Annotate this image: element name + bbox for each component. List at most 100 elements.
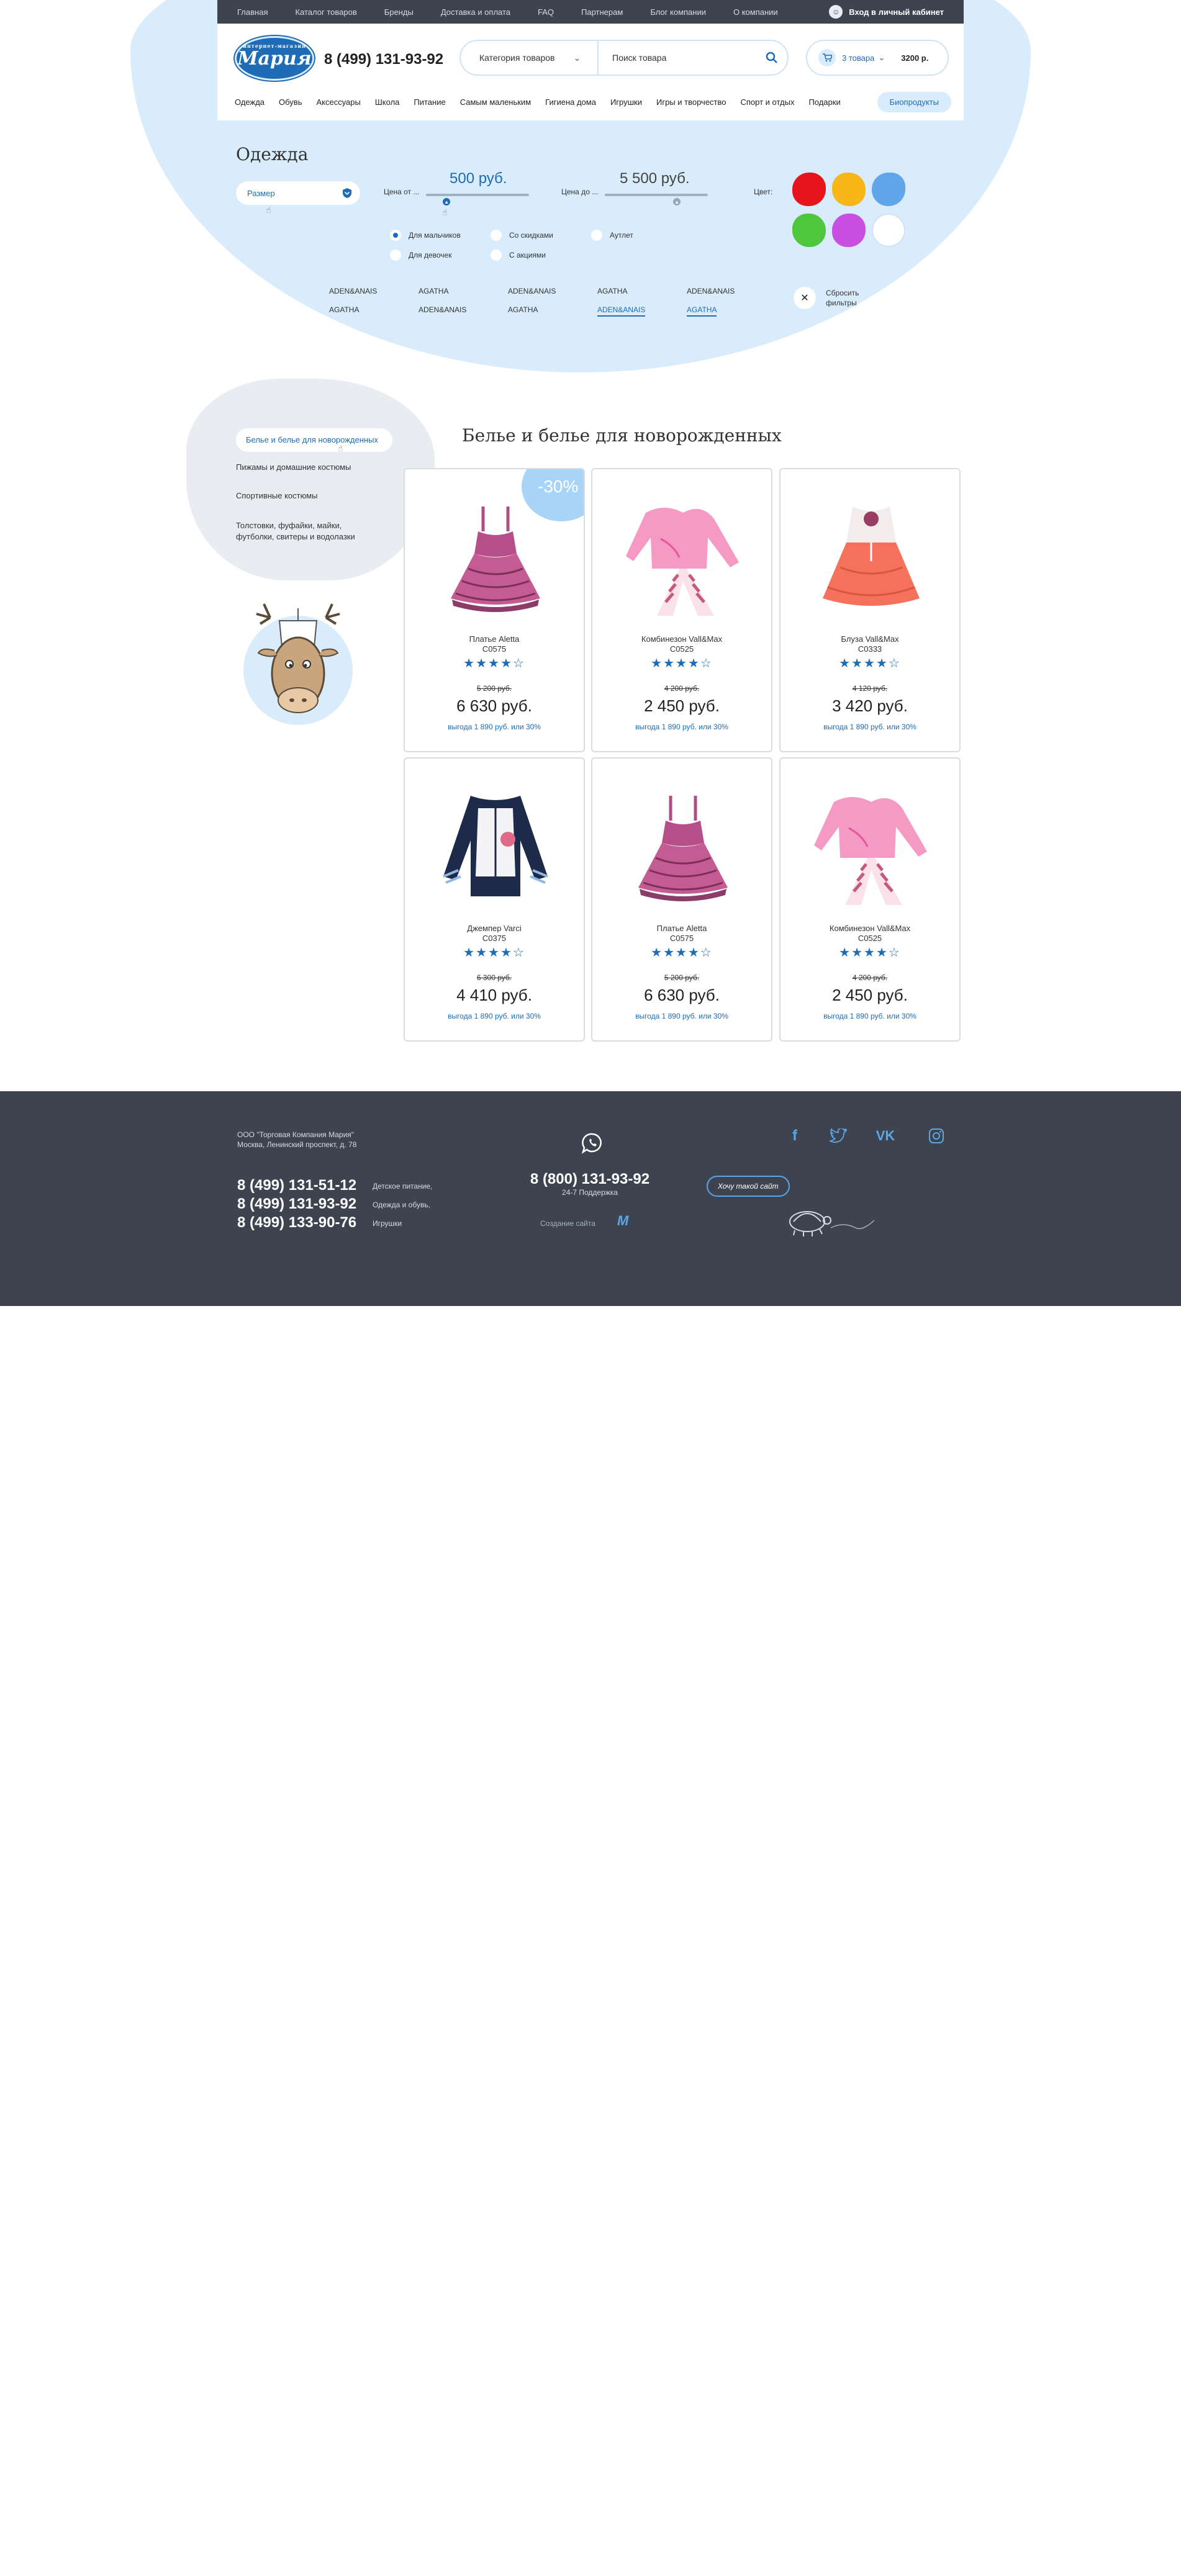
footer-phone-food-label: Детское питание, <box>373 1182 433 1191</box>
savings-label: выгода 1 890 руб. или 30% <box>635 723 728 731</box>
old-price: 5 200 руб. <box>476 684 512 693</box>
category-select[interactable]: Категория товаров ⌄ <box>461 41 599 74</box>
nav-item-food[interactable]: Питание <box>414 97 445 107</box>
site-logo[interactable]: интернет-магазин Мария <box>235 36 314 81</box>
top-link-brands[interactable]: Бренды <box>384 7 414 17</box>
product-image[interactable] <box>433 783 558 907</box>
old-price: 6 300 руб. <box>476 973 512 982</box>
product-name[interactable]: Платье Aletta <box>592 924 771 933</box>
vk-icon[interactable]: VK <box>873 1124 898 1148</box>
nav-item-school[interactable]: Школа <box>375 97 400 107</box>
radio-label: Для девочек <box>409 251 452 259</box>
top-link-about[interactable]: О компании <box>733 7 778 17</box>
pointer-hand-icon: ☝ <box>442 207 448 217</box>
brand-link[interactable]: ADEN&ANAIS <box>508 287 556 295</box>
top-link-partners[interactable]: Партнерам <box>581 7 623 17</box>
product-card[interactable]: Платье Aletta C0575 ★★★★☆ 5 200 руб. 6 630 р… <box>591 757 772 1042</box>
top-link-home[interactable]: Главная <box>237 7 268 17</box>
sidebar-item-pajamas[interactable]: Пижамы и домашние костюмы <box>236 462 391 473</box>
products-title: Белье и белье для новорожденных <box>462 425 782 446</box>
rating-stars: ★★★★☆ <box>463 946 525 960</box>
price-to-slider[interactable] <box>605 194 708 196</box>
search-input[interactable] <box>599 41 756 74</box>
radio-discounts[interactable]: Со скидками <box>491 230 553 241</box>
color-swatch-blue[interactable] <box>872 173 905 206</box>
product-card[interactable]: Блуза Vall&Max C0333 ★★★★☆ 4 120 руб. 3 420 … <box>779 468 961 752</box>
product-image[interactable] <box>809 494 933 618</box>
developer-logo-icon[interactable]: M <box>617 1213 628 1229</box>
product-name[interactable]: Комбинезон Vall&Max <box>592 634 771 644</box>
twitter-icon[interactable] <box>826 1124 851 1148</box>
product-name[interactable]: Комбинезон Vall&Max <box>781 924 959 933</box>
radio-label: Аутлет <box>610 231 633 240</box>
instagram-icon[interactable] <box>924 1124 949 1148</box>
want-same-site-button[interactable]: Хочу такой сайт <box>707 1176 790 1197</box>
reset-line-1: Сбросить <box>826 289 859 297</box>
product-image[interactable] <box>621 494 745 618</box>
brand-link[interactable]: AGATHA <box>508 305 538 314</box>
nav-item-accessories[interactable]: Аксессуары <box>316 97 360 107</box>
top-link-faq[interactable]: FAQ <box>538 7 554 17</box>
brand-link[interactable]: ADEN&ANAIS <box>419 305 466 314</box>
size-select[interactable]: Размер <box>236 181 360 205</box>
logo-text: Мария <box>237 47 312 70</box>
brand-link[interactable]: AGATHA <box>419 287 448 295</box>
product-card[interactable]: Комбинезон Vall&Max C0525 ★★★★☆ 4 200 руб. 2… <box>779 757 961 1042</box>
product-image[interactable] <box>621 783 745 907</box>
radio-boys[interactable]: Для мальчиков <box>390 230 461 241</box>
brand-link-selected[interactable]: ADEN&ANAIS <box>597 305 646 317</box>
login-link[interactable]: ☺ Вход в личный кабинет <box>829 5 944 19</box>
nav-item-gifts[interactable]: Подарки <box>808 97 840 107</box>
nav-item-bio[interactable]: Биопродукты <box>877 92 951 112</box>
color-swatch-yellow[interactable] <box>832 173 866 206</box>
reset-filters-button[interactable]: ✕ <box>794 287 816 309</box>
category-select-label: Категория товаров <box>479 53 555 63</box>
product-card[interactable]: Джемпер Varci C0375 ★★★★☆ 6 300 руб. 4 410 р… <box>404 757 585 1042</box>
color-swatch-red[interactable] <box>792 173 826 206</box>
nav-item-sport[interactable]: Спорт и отдых <box>741 97 795 107</box>
nav-item-games[interactable]: Игры и творчество <box>656 97 726 107</box>
sidebar-item-sport-suits[interactable]: Спортивные костюмы <box>236 490 391 502</box>
radio-girls[interactable]: Для девочек <box>390 250 451 261</box>
brand-link[interactable]: ADEN&ANAIS <box>687 287 735 295</box>
search-button[interactable] <box>756 41 787 74</box>
rating-stars: ★★★★☆ <box>651 946 713 960</box>
product-card[interactable]: Комбинезон Vall&Max C0525 ★★★★☆ 4 200 руб. 2… <box>591 468 772 752</box>
brand-link[interactable]: AGATHA <box>329 305 359 314</box>
product-name[interactable]: Джемпер Varci <box>405 924 584 933</box>
product-card[interactable]: -30% Платье Aletta C0575 ★★★★☆ 5 200 руб. 6 6… <box>404 468 585 752</box>
product-image[interactable] <box>809 783 933 907</box>
nav-item-toys[interactable]: Игрушки <box>610 97 642 107</box>
nav-item-clothes[interactable]: Одежда <box>235 97 265 107</box>
product-price: 4 410 руб. <box>456 986 532 1004</box>
price-from-slider[interactable] <box>426 194 529 196</box>
nav-item-babies[interactable]: Самым маленьким <box>460 97 531 107</box>
reset-filters-label[interactable]: Сбросить фильтры <box>826 288 876 308</box>
product-name[interactable]: Платье Aletta <box>405 634 584 644</box>
radio-dot <box>591 230 602 241</box>
color-swatch-green[interactable] <box>792 214 826 247</box>
top-link-blog[interactable]: Блог компании <box>650 7 706 17</box>
sidebar-item-underwear[interactable]: Белье и белье для новорожденных <box>236 428 392 452</box>
brand-link[interactable]: AGATHA <box>597 287 627 295</box>
radio-promos[interactable]: С акциями <box>491 250 546 261</box>
color-swatch-white[interactable] <box>872 214 905 247</box>
brand-link-selected[interactable]: AGATHA <box>687 305 717 317</box>
sidebar-item-sweaters[interactable]: Толстовки, фуфайки, майки, футболки, сви… <box>236 520 373 543</box>
top-link-delivery[interactable]: Доставка и оплата <box>441 7 510 17</box>
product-image[interactable] <box>433 494 558 618</box>
footer-company-name: ООО "Торговая Компания Мария" <box>237 1130 355 1139</box>
color-swatch-purple[interactable] <box>832 214 866 247</box>
price-to-label: Цена до ... <box>561 187 599 196</box>
nav-item-shoes[interactable]: Обувь <box>279 97 302 107</box>
cart-button[interactable]: 3 товара ⌄ 3200 р. <box>806 40 949 76</box>
brand-link[interactable]: ADEN&ANAIS <box>329 287 377 295</box>
nav-item-hygiene[interactable]: Гигиена дома <box>545 97 596 107</box>
pointer-hand-icon: ☝ <box>338 443 343 453</box>
radio-outlet[interactable]: Аутлет <box>591 230 633 241</box>
product-price: 3 420 руб. <box>832 696 908 715</box>
top-link-catalog[interactable]: Каталог товаров <box>295 7 356 17</box>
chat-bubble-icon[interactable] <box>581 1132 604 1155</box>
facebook-icon[interactable]: f <box>782 1124 807 1148</box>
product-name[interactable]: Блуза Vall&Max <box>781 634 959 644</box>
